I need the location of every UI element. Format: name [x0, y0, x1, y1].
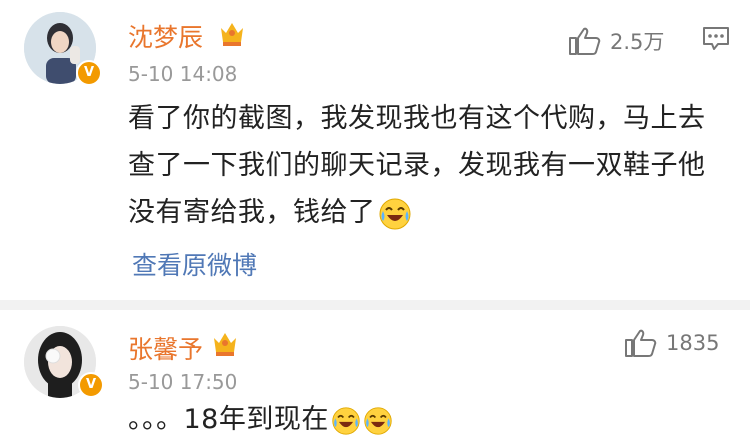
laugh-cry-emoji-icon: [379, 198, 410, 229]
like-button[interactable]: 1835: [624, 328, 719, 358]
view-original-post-link[interactable]: 查看原微博: [132, 246, 257, 282]
comment-item: V 沈梦辰 5-10 14:08 2.5万 看了你的截图，我发现我也有这个代购，…: [0, 0, 750, 300]
timestamp: 5-10 17:50: [128, 370, 238, 394]
username[interactable]: 沈梦辰: [128, 18, 203, 54]
comment-text: 看了你的截图，我发现我也有这个代购，马上去查了一下我们的聊天记录，发现我有一双鞋…: [128, 95, 728, 236]
vip-crown-icon: [221, 23, 243, 46]
thumbs-up-icon: [569, 27, 601, 55]
username[interactable]: 张馨予: [128, 330, 203, 366]
timestamp: 5-10 14:08: [128, 62, 238, 86]
like-count: 2.5万: [610, 30, 665, 54]
comment-item: V 张馨予 5-10 17:50 1835 。。。18年到现在: [0, 310, 750, 443]
like-button[interactable]: 2.5万: [568, 26, 664, 56]
comment-body: 看了你的截图，我发现我也有这个代购，马上去查了一下我们的聊天记录，发现我有一双鞋…: [128, 103, 706, 228]
vip-crown-icon: [214, 333, 236, 356]
verified-badge-icon: V: [78, 372, 104, 398]
comment-body: 。。。18年到现在: [128, 404, 329, 435]
thumbs-up-icon: [625, 329, 657, 357]
comment-text: 。。。18年到现在: [128, 396, 728, 443]
verified-badge-icon: V: [76, 60, 102, 86]
like-count: 1835: [666, 331, 720, 355]
comment-divider: [0, 300, 750, 310]
laugh-cry-emoji-icon: [364, 406, 392, 435]
laugh-cry-emoji-icon: [332, 406, 360, 435]
comment-menu-icon[interactable]: [702, 26, 730, 52]
